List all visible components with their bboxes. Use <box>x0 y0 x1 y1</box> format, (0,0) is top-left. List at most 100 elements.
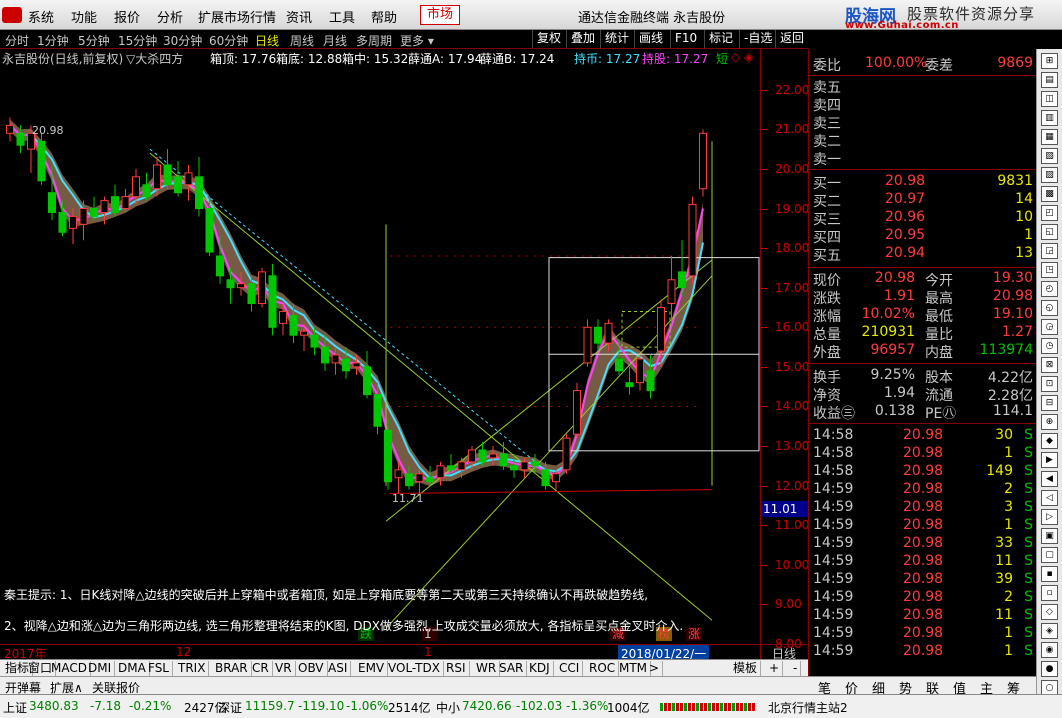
price-tick-label: 18.00 <box>775 241 810 256</box>
indicator-tab[interactable]: VR <box>272 661 296 676</box>
period-weekly[interactable]: 周线 <box>290 32 314 49</box>
period-more[interactable]: 更多 ▾ <box>400 32 434 49</box>
side-tool-icon[interactable]: ⊡ <box>1041 376 1058 392</box>
side-tool-icon[interactable]: ▫ <box>1041 585 1058 601</box>
side-tool-icon[interactable]: ⊟ <box>1041 395 1058 411</box>
menu-function[interactable]: 功能 <box>71 7 97 26</box>
indicator-tab[interactable]: ROC <box>586 661 620 676</box>
indicator-tab[interactable]: EMV <box>355 661 389 676</box>
period-monthly[interactable]: 月线 <box>323 32 347 49</box>
tick-row: 14:59 20.98 1 S <box>809 643 1037 661</box>
side-tool-icon[interactable]: ▤ <box>1041 72 1058 88</box>
zx-value[interactable]: 7420.66 <box>462 699 512 713</box>
buy-level-row[interactable]: 买五 20.94 13 <box>809 245 1037 264</box>
side-tool-icon[interactable]: ▷ <box>1041 509 1058 525</box>
status-bar: 上证 3480.83 -7.18 -0.21% 2427亿 深证 11159.7… <box>0 694 1062 718</box>
indicator-tab[interactable]: ASI <box>325 661 352 676</box>
side-tool-icon[interactable]: ◳ <box>1041 262 1058 278</box>
buy-level-row[interactable]: 买四 20.95 1 <box>809 227 1037 246</box>
stats-button[interactable]: 统计 <box>600 30 633 48</box>
period-60min[interactable]: 60分钟 <box>209 32 248 49</box>
side-tool-icon[interactable]: ◴ <box>1041 281 1058 297</box>
side-tool-icon[interactable]: ◁ <box>1041 490 1058 506</box>
side-tool-icon[interactable]: ⊠ <box>1041 357 1058 373</box>
menu-ext-market[interactable]: 扩展市场行情 <box>198 7 276 26</box>
indicator-tab[interactable]: KDJ <box>526 661 554 676</box>
menu-tools[interactable]: 工具 <box>329 7 355 26</box>
side-tool-icon[interactable]: ● <box>1041 661 1058 677</box>
overlay-button[interactable]: 叠加 <box>566 30 599 48</box>
indicator-tab[interactable]: VOL-TDX <box>385 661 444 676</box>
indicator-tab[interactable]: RSI <box>443 661 470 676</box>
period-5min[interactable]: 5分钟 <box>78 32 110 49</box>
menu-quote[interactable]: 报价 <box>114 7 140 26</box>
chevron-icon[interactable]: ◈ <box>744 50 753 64</box>
restore-rights-button[interactable]: 复权 <box>532 30 565 48</box>
side-tool-icon[interactable]: ◲ <box>1041 243 1058 259</box>
side-tool-icon[interactable]: ◰ <box>1041 205 1058 221</box>
side-tool-icon[interactable]: ▶ <box>1041 452 1058 468</box>
side-tool-icon[interactable]: ▨ <box>1041 167 1058 183</box>
side-tool-icon[interactable]: ◷ <box>1041 338 1058 354</box>
side-tool-icon[interactable]: ▩ <box>1041 186 1058 202</box>
candle-body <box>300 330 308 336</box>
side-tool-icon[interactable]: ▧ <box>1041 148 1058 164</box>
indicator-tab[interactable]: - <box>790 661 802 676</box>
indicator-tab[interactable]: BRAR <box>212 661 252 676</box>
period-15min[interactable]: 15分钟 <box>118 32 157 49</box>
menu-news[interactable]: 资讯 <box>286 7 312 26</box>
indicator-tab[interactable]: > <box>646 661 664 676</box>
side-tool-icon[interactable]: ▪ <box>1041 566 1058 582</box>
side-tool-icon[interactable]: ▢ <box>1041 547 1058 563</box>
back-button[interactable]: 返回 <box>775 30 808 48</box>
menu-help[interactable]: 帮助 <box>371 7 397 26</box>
menu-system[interactable]: 系统 <box>28 7 54 26</box>
sh-value[interactable]: 3480.83 <box>29 699 79 713</box>
side-tool-icon[interactable]: ◆ <box>1041 433 1058 449</box>
indicator-tab[interactable]: SAR <box>496 661 528 676</box>
side-tool-icon[interactable]: ⊕ <box>1041 414 1058 430</box>
market-bar <box>704 703 707 711</box>
indicator-tab[interactable]: DMI <box>85 661 116 676</box>
side-tool-icon[interactable]: ◫ <box>1041 91 1058 107</box>
side-tool-icon[interactable]: ⊞ <box>1041 53 1058 69</box>
indicator-tab[interactable]: OBV <box>295 661 328 676</box>
candlestick-chart[interactable]: 20.9811.71跌 1 減榜涨 <box>0 66 760 644</box>
low-price-label: 11.71 <box>392 492 424 505</box>
sz-value[interactable]: 11159.7 <box>245 699 295 713</box>
indicator-tab[interactable]: CCI <box>556 661 584 676</box>
side-tool-icon[interactable]: ◵ <box>1041 300 1058 316</box>
server-name[interactable]: 北京行情主站2 <box>768 699 848 716</box>
mark-button[interactable]: 标记 <box>704 30 737 48</box>
candle-body <box>279 310 287 324</box>
period-1min[interactable]: 1分钟 <box>37 32 69 49</box>
period-multi[interactable]: 多周期 <box>356 32 392 49</box>
buy-level-row[interactable]: 买三 20.96 10 <box>809 209 1037 228</box>
side-tool-icon[interactable]: ◶ <box>1041 319 1058 335</box>
side-tool-icon[interactable]: ▦ <box>1041 129 1058 145</box>
buy-level-row[interactable]: 买一 20.98 9831 <box>809 173 1037 192</box>
side-tool-icon[interactable]: ◈ <box>1041 623 1058 639</box>
buy-level-row[interactable]: 买二 20.97 14 <box>809 191 1037 210</box>
indicator-tab[interactable]: + <box>766 661 784 676</box>
side-tool-icon[interactable]: ◀ <box>1041 471 1058 487</box>
indicator-tab[interactable]: FSL <box>145 661 173 676</box>
period-30min[interactable]: 30分钟 <box>163 32 202 49</box>
indicator-name[interactable]: ▽大杀四方 <box>126 50 183 67</box>
price-tick-label: 12.00 <box>775 478 810 493</box>
add-watchlist-button[interactable]: -自选 <box>739 30 776 48</box>
side-tool-icon[interactable]: ▥ <box>1041 110 1058 126</box>
side-tool-icon[interactable]: ▣ <box>1041 528 1058 544</box>
side-tool-icon[interactable]: ◉ <box>1041 642 1058 658</box>
side-tool-icon[interactable]: ◇ <box>1041 604 1058 620</box>
indicator-tab[interactable]: TRIX <box>175 661 210 676</box>
side-tool-icon[interactable]: ◱ <box>1041 224 1058 240</box>
draw-line-button[interactable]: 画线 <box>634 30 667 48</box>
menu-analysis[interactable]: 分析 <box>157 7 183 26</box>
f10-button[interactable]: F10 <box>670 30 701 48</box>
menu-market-tab[interactable]: 市场 <box>420 5 461 25</box>
indicator-tab[interactable]: 模板 <box>730 661 762 676</box>
period-daily[interactable]: 日线 <box>255 32 279 49</box>
period-fenshi[interactable]: 分时 <box>5 32 29 49</box>
indicator-tab[interactable]: CR <box>249 661 273 676</box>
